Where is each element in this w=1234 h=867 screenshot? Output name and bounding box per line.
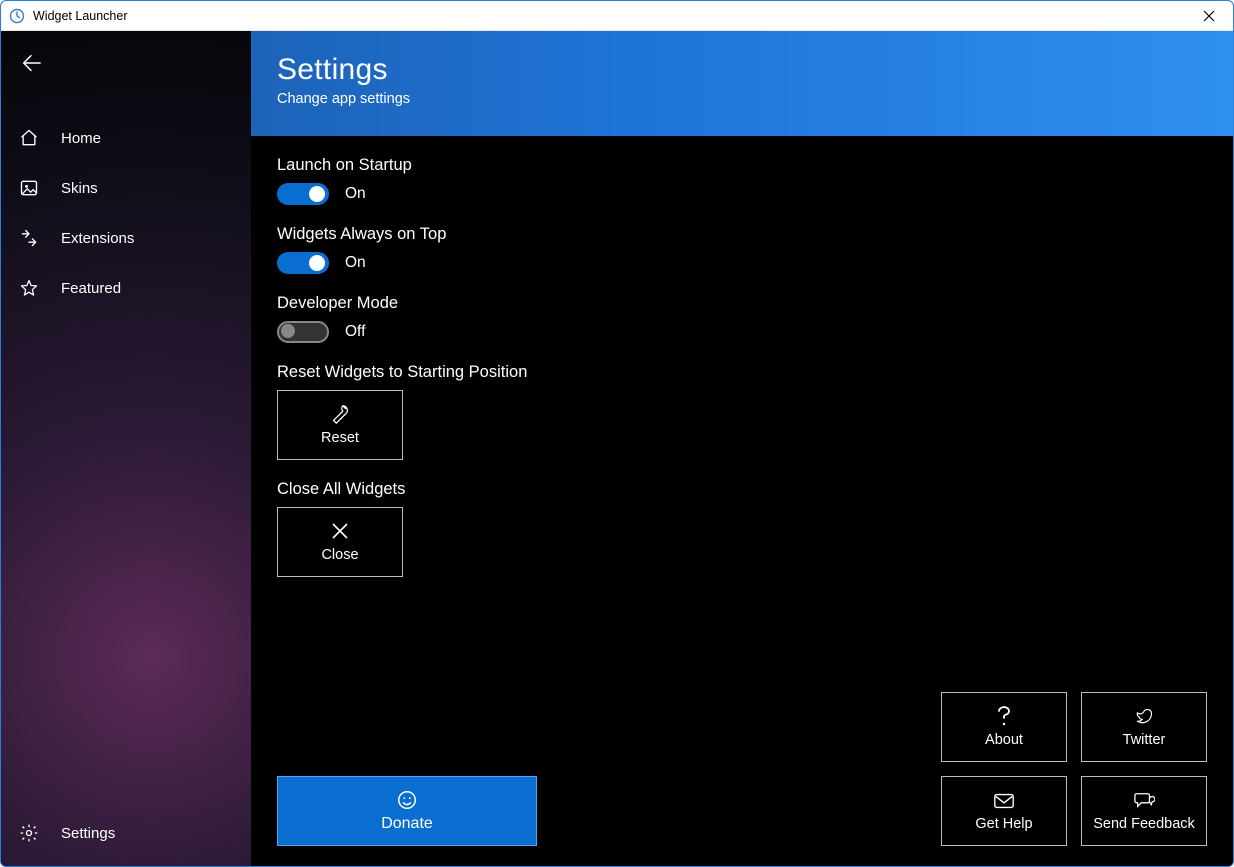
- setting-developer-mode: Developer Mode Off: [277, 294, 1207, 343]
- twitter-icon: [1133, 707, 1155, 727]
- sidebar-item-label: Extensions: [61, 230, 134, 247]
- donate-button[interactable]: Donate: [277, 776, 537, 846]
- twitter-button[interactable]: Twitter: [1081, 692, 1207, 762]
- button-label: Send Feedback: [1093, 816, 1195, 832]
- main-panel: Settings Change app settings Launch on S…: [251, 31, 1233, 866]
- sidebar-item-label: Home: [61, 130, 101, 147]
- close-all-button[interactable]: Close: [277, 507, 403, 577]
- button-label: Get Help: [975, 816, 1032, 832]
- toggle-state-text: On: [345, 185, 366, 203]
- back-button[interactable]: [7, 43, 55, 83]
- page-subtitle: Change app settings: [277, 91, 1207, 107]
- button-label: Twitter: [1123, 732, 1166, 748]
- page-title: Settings: [277, 53, 1207, 87]
- setting-label: Close All Widgets: [277, 480, 1207, 499]
- toggle-state-text: Off: [345, 323, 365, 341]
- sidebar-item-label: Skins: [61, 180, 98, 197]
- window-title: Widget Launcher: [33, 9, 128, 23]
- app-window: Widget Launcher Home Skins: [0, 0, 1234, 867]
- app-clock-icon: [9, 8, 25, 24]
- smile-icon: [396, 789, 418, 811]
- about-button[interactable]: About: [941, 692, 1067, 762]
- setting-label: Reset Widgets to Starting Position: [277, 363, 1207, 382]
- setting-close-all: Close All Widgets Close: [277, 480, 1207, 577]
- home-icon: [19, 128, 39, 148]
- setting-reset-position: Reset Widgets to Starting Position Reset: [277, 363, 1207, 460]
- page-header: Settings Change app settings: [251, 31, 1233, 136]
- reset-button[interactable]: Reset: [277, 390, 403, 460]
- toggle-state-text: On: [345, 254, 366, 272]
- link-grid: About Twitter Get Help: [941, 692, 1207, 846]
- button-label: Reset: [321, 430, 359, 446]
- close-icon: [331, 521, 349, 541]
- window-close-button[interactable]: [1189, 1, 1229, 31]
- sidebar-item-label: Featured: [61, 280, 121, 297]
- sidebar: Home Skins Extensions Featured: [1, 31, 251, 866]
- gear-icon: [19, 823, 39, 843]
- extensions-icon: [19, 228, 39, 248]
- toggle-launch-startup[interactable]: [277, 183, 329, 205]
- mail-icon: [993, 791, 1015, 811]
- toggle-developer-mode[interactable]: [277, 321, 329, 343]
- send-feedback-button[interactable]: Send Feedback: [1081, 776, 1207, 846]
- sidebar-item-featured[interactable]: Featured: [1, 263, 251, 313]
- setting-label: Launch on Startup: [277, 156, 1207, 175]
- button-label: About: [985, 732, 1023, 748]
- bottom-bar: Donate About Twitter: [277, 692, 1207, 846]
- sidebar-item-extensions[interactable]: Extensions: [1, 213, 251, 263]
- button-label: Close: [321, 547, 358, 563]
- get-help-button[interactable]: Get Help: [941, 776, 1067, 846]
- sidebar-item-skins[interactable]: Skins: [1, 163, 251, 213]
- setting-always-on-top: Widgets Always on Top On: [277, 225, 1207, 274]
- feedback-icon: [1133, 791, 1155, 811]
- star-icon: [19, 278, 39, 298]
- wrench-icon: [329, 404, 351, 424]
- sidebar-item-label: Settings: [61, 825, 115, 842]
- titlebar: Widget Launcher: [1, 1, 1233, 31]
- setting-label: Developer Mode: [277, 294, 1207, 313]
- button-label: Donate: [381, 815, 433, 833]
- image-icon: [19, 178, 39, 198]
- sidebar-item-settings[interactable]: Settings: [1, 808, 251, 858]
- setting-launch-startup: Launch on Startup On: [277, 156, 1207, 205]
- sidebar-item-home[interactable]: Home: [1, 113, 251, 163]
- setting-label: Widgets Always on Top: [277, 225, 1207, 244]
- toggle-always-on-top[interactable]: [277, 252, 329, 274]
- question-icon: [995, 707, 1013, 727]
